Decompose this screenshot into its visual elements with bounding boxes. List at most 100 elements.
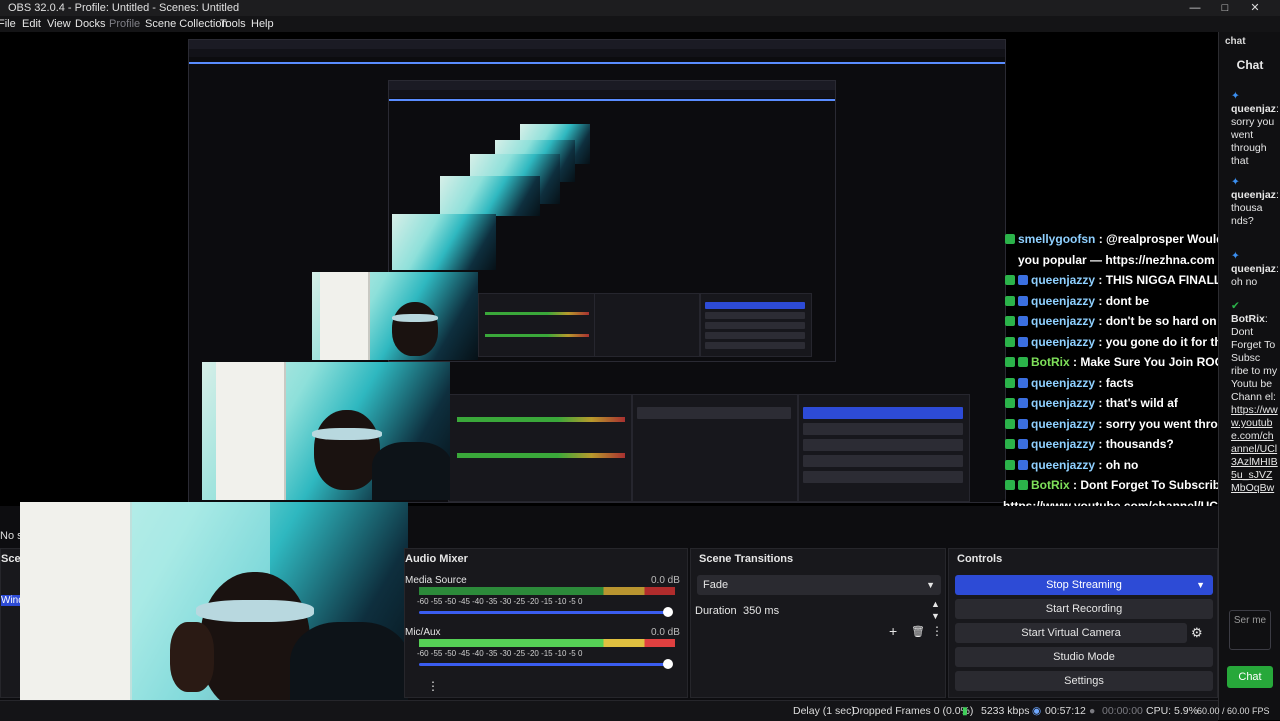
chat-overlay-line: queenjazzy : facts xyxy=(1005,376,1134,390)
window-title: OBS 32.0.4 - Profile: Untitled - Scenes:… xyxy=(8,2,240,14)
channel-db: 0.0 dB xyxy=(651,627,680,638)
chat-overlay-message: : dont be xyxy=(1095,293,1150,308)
settings-button[interactable]: Settings xyxy=(955,671,1213,691)
start-recording-button[interactable]: Start Recording xyxy=(955,599,1213,619)
title-bar: OBS 32.0.4 - Profile: Untitled - Scenes:… xyxy=(0,0,1280,17)
chat-overlay-message: : that's wild af xyxy=(1095,396,1178,410)
dropped-frames-status: Dropped Frames 0 (0.0%) xyxy=(852,705,974,717)
close-button[interactable]: ✕ xyxy=(1240,0,1270,16)
chat-dock-text: sorry you went through that xyxy=(1231,116,1275,167)
transition-select[interactable]: Fade ▼ xyxy=(697,575,941,595)
chat-overlay-message: : don't be so hard on yourself xyxy=(1098,314,1218,328)
cpu-status: CPU: 5.9% xyxy=(1146,705,1198,717)
badge-icon xyxy=(1005,316,1015,326)
volume-knob[interactable] xyxy=(663,607,673,617)
chat-dock-text: Dont Forget To Subsc ribe to my Youtu be… xyxy=(1231,326,1278,403)
menu-docks[interactable]: Docks xyxy=(75,18,106,30)
webcam-thumb-medium xyxy=(392,214,496,270)
menu-tools[interactable]: Tools xyxy=(220,18,246,30)
add-icon[interactable]: + xyxy=(889,623,897,639)
chat-overlay-line: queenjazzy : that's wild af xyxy=(1005,396,1178,410)
badge-icon xyxy=(1005,336,1015,347)
chat-overlay-message: : Dont Forget To Subscribe to my Youtu xyxy=(1073,478,1218,492)
chat-overlay-user: queenjazzy xyxy=(1031,273,1096,287)
chat-overlay-line: queenjazzy : oh no xyxy=(1005,458,1138,472)
volume-slider[interactable] xyxy=(419,663,669,666)
chat-overlay-user: queenjazzy xyxy=(1031,314,1096,328)
sword-icon xyxy=(1018,275,1028,285)
verified-icon xyxy=(1018,480,1028,490)
audio-mixer-title: Audio Mixer xyxy=(405,553,468,565)
badge-icon xyxy=(1005,439,1015,449)
chat-overlay-line: https://www.youtube.com/channel/UCl3AzlM… xyxy=(1003,499,1218,507)
badge-icon xyxy=(1005,275,1015,285)
gear-icon[interactable]: ⚙ xyxy=(1191,625,1203,641)
stream-time: 00:57:12 xyxy=(1045,705,1086,717)
meter-ticks: -60 -55 -50 -45 -40 -35 -30 -25 -20 -15 … xyxy=(417,649,583,658)
chat-overlay-user: queenjazzy xyxy=(1031,437,1096,451)
scene-transitions-title: Scene Transitions xyxy=(699,553,794,565)
menu-view[interactable]: View xyxy=(47,18,71,30)
start-virtual-camera-button[interactable]: Start Virtual Camera xyxy=(955,623,1187,643)
duration-label: Duration xyxy=(695,605,737,617)
chat-overlay-line: queenjazzy : you gone do it for the righ… xyxy=(1005,335,1218,349)
mixer-menu-icon[interactable]: ⋮ xyxy=(427,679,439,693)
badge-icon xyxy=(1005,234,1015,244)
chat-dock-message: ✦ queenjaz: thousa nds? xyxy=(1231,176,1279,227)
record-time: 00:00:00 xyxy=(1102,705,1143,717)
badge-icon xyxy=(1005,418,1015,429)
chat-dock-message: ✔ BotRix: Dont Forget To Subsc ribe to m… xyxy=(1231,300,1278,494)
menu-edit[interactable]: Edit xyxy=(22,18,41,30)
chat-dock: chat Chat ✦ queenjaz: sorry you went thr… xyxy=(1218,32,1280,720)
spinner-up-icon[interactable]: ▲ xyxy=(931,599,940,609)
mini-controls xyxy=(700,293,812,357)
badge-icon xyxy=(1005,377,1015,388)
chat-dock-link[interactable]: https://www.youtube.com/channel/UCl3AzlM… xyxy=(1231,404,1278,494)
minimize-button[interactable]: — xyxy=(1180,0,1210,16)
audio-mixer-dock: Audio Mixer Media Source 0.0 dB -60 -55 … xyxy=(404,548,688,698)
chat-input[interactable]: Ser me xyxy=(1229,610,1271,650)
mid-scene-transitions xyxy=(632,394,798,502)
chat-overlay-user: queenjazzy xyxy=(1031,416,1096,431)
sword-icon xyxy=(1018,459,1028,470)
chat-overlay-line: smellygoofsn : @realprosper Would you li… xyxy=(1005,232,1218,246)
volume-slider[interactable] xyxy=(419,611,669,614)
menu-scene-collection[interactable]: Scene Collection xyxy=(145,18,228,30)
chat-overlay-line: queenjazzy : thousands? xyxy=(1005,437,1174,451)
preview-canvas[interactable]: smellygoofsn : @realprosper Would you li… xyxy=(0,36,1218,506)
chat-header: Chat xyxy=(1236,58,1264,72)
chat-overlay-message: https://www.youtube.com/channel/UCl3AzlM… xyxy=(1003,498,1218,507)
spinner-down-icon[interactable]: ▼ xyxy=(931,611,940,621)
transition-value: Fade xyxy=(703,579,729,591)
chat-overlay-message: : oh no xyxy=(1095,457,1139,472)
maximize-button[interactable]: □ xyxy=(1210,0,1240,16)
duration-input[interactable]: 350 ms xyxy=(743,605,779,617)
stop-streaming-button[interactable]: Stop Streaming ▼ xyxy=(955,575,1213,595)
trash-icon[interactable]: 🗑 xyxy=(911,625,925,638)
chevron-down-icon[interactable]: ▼ xyxy=(1196,575,1205,595)
sword-icon xyxy=(1018,439,1028,449)
more-icon[interactable]: ⋮ xyxy=(931,624,943,638)
chat-overlay-message: : you gone do it for the right person xyxy=(1098,334,1218,349)
webcam-thumb-large xyxy=(312,272,478,360)
chat-overlay-line: BotRix : Make Sure You Join ROO: https:/… xyxy=(1005,355,1218,369)
badge-icon xyxy=(1005,459,1015,470)
volume-meter xyxy=(419,587,675,595)
chat-overlay-message: : thousands? xyxy=(1095,437,1174,451)
studio-mode-button[interactable]: Studio Mode xyxy=(955,647,1213,667)
menu-file[interactable]: File xyxy=(0,18,16,30)
bitrate-status: 5233 kbps xyxy=(981,705,1030,717)
chevron-down-icon: ▼ xyxy=(926,580,935,590)
chat-dock-user: queenjaz xyxy=(1231,189,1276,201)
stop-streaming-label: Stop Streaming xyxy=(1046,579,1122,591)
chat-dock-tab[interactable]: chat xyxy=(1225,36,1246,47)
menu-help[interactable]: Help xyxy=(251,18,274,30)
status-bar: Delay (1 sec) Dropped Frames 0 (0.0%) ▮ … xyxy=(0,700,1270,721)
volume-knob[interactable] xyxy=(663,659,673,669)
channel-db: 0.0 dB xyxy=(651,575,680,586)
chat-overlay-message: you popular — https://nezhna.com xyxy=(1018,252,1215,267)
menu-profile[interactable]: Profile xyxy=(109,18,140,30)
mid-audio-mixer xyxy=(448,394,632,502)
chat-overlay-line: BotRix : Dont Forget To Subscribe to my … xyxy=(1005,478,1218,492)
chat-send-button[interactable]: Chat xyxy=(1227,666,1273,688)
